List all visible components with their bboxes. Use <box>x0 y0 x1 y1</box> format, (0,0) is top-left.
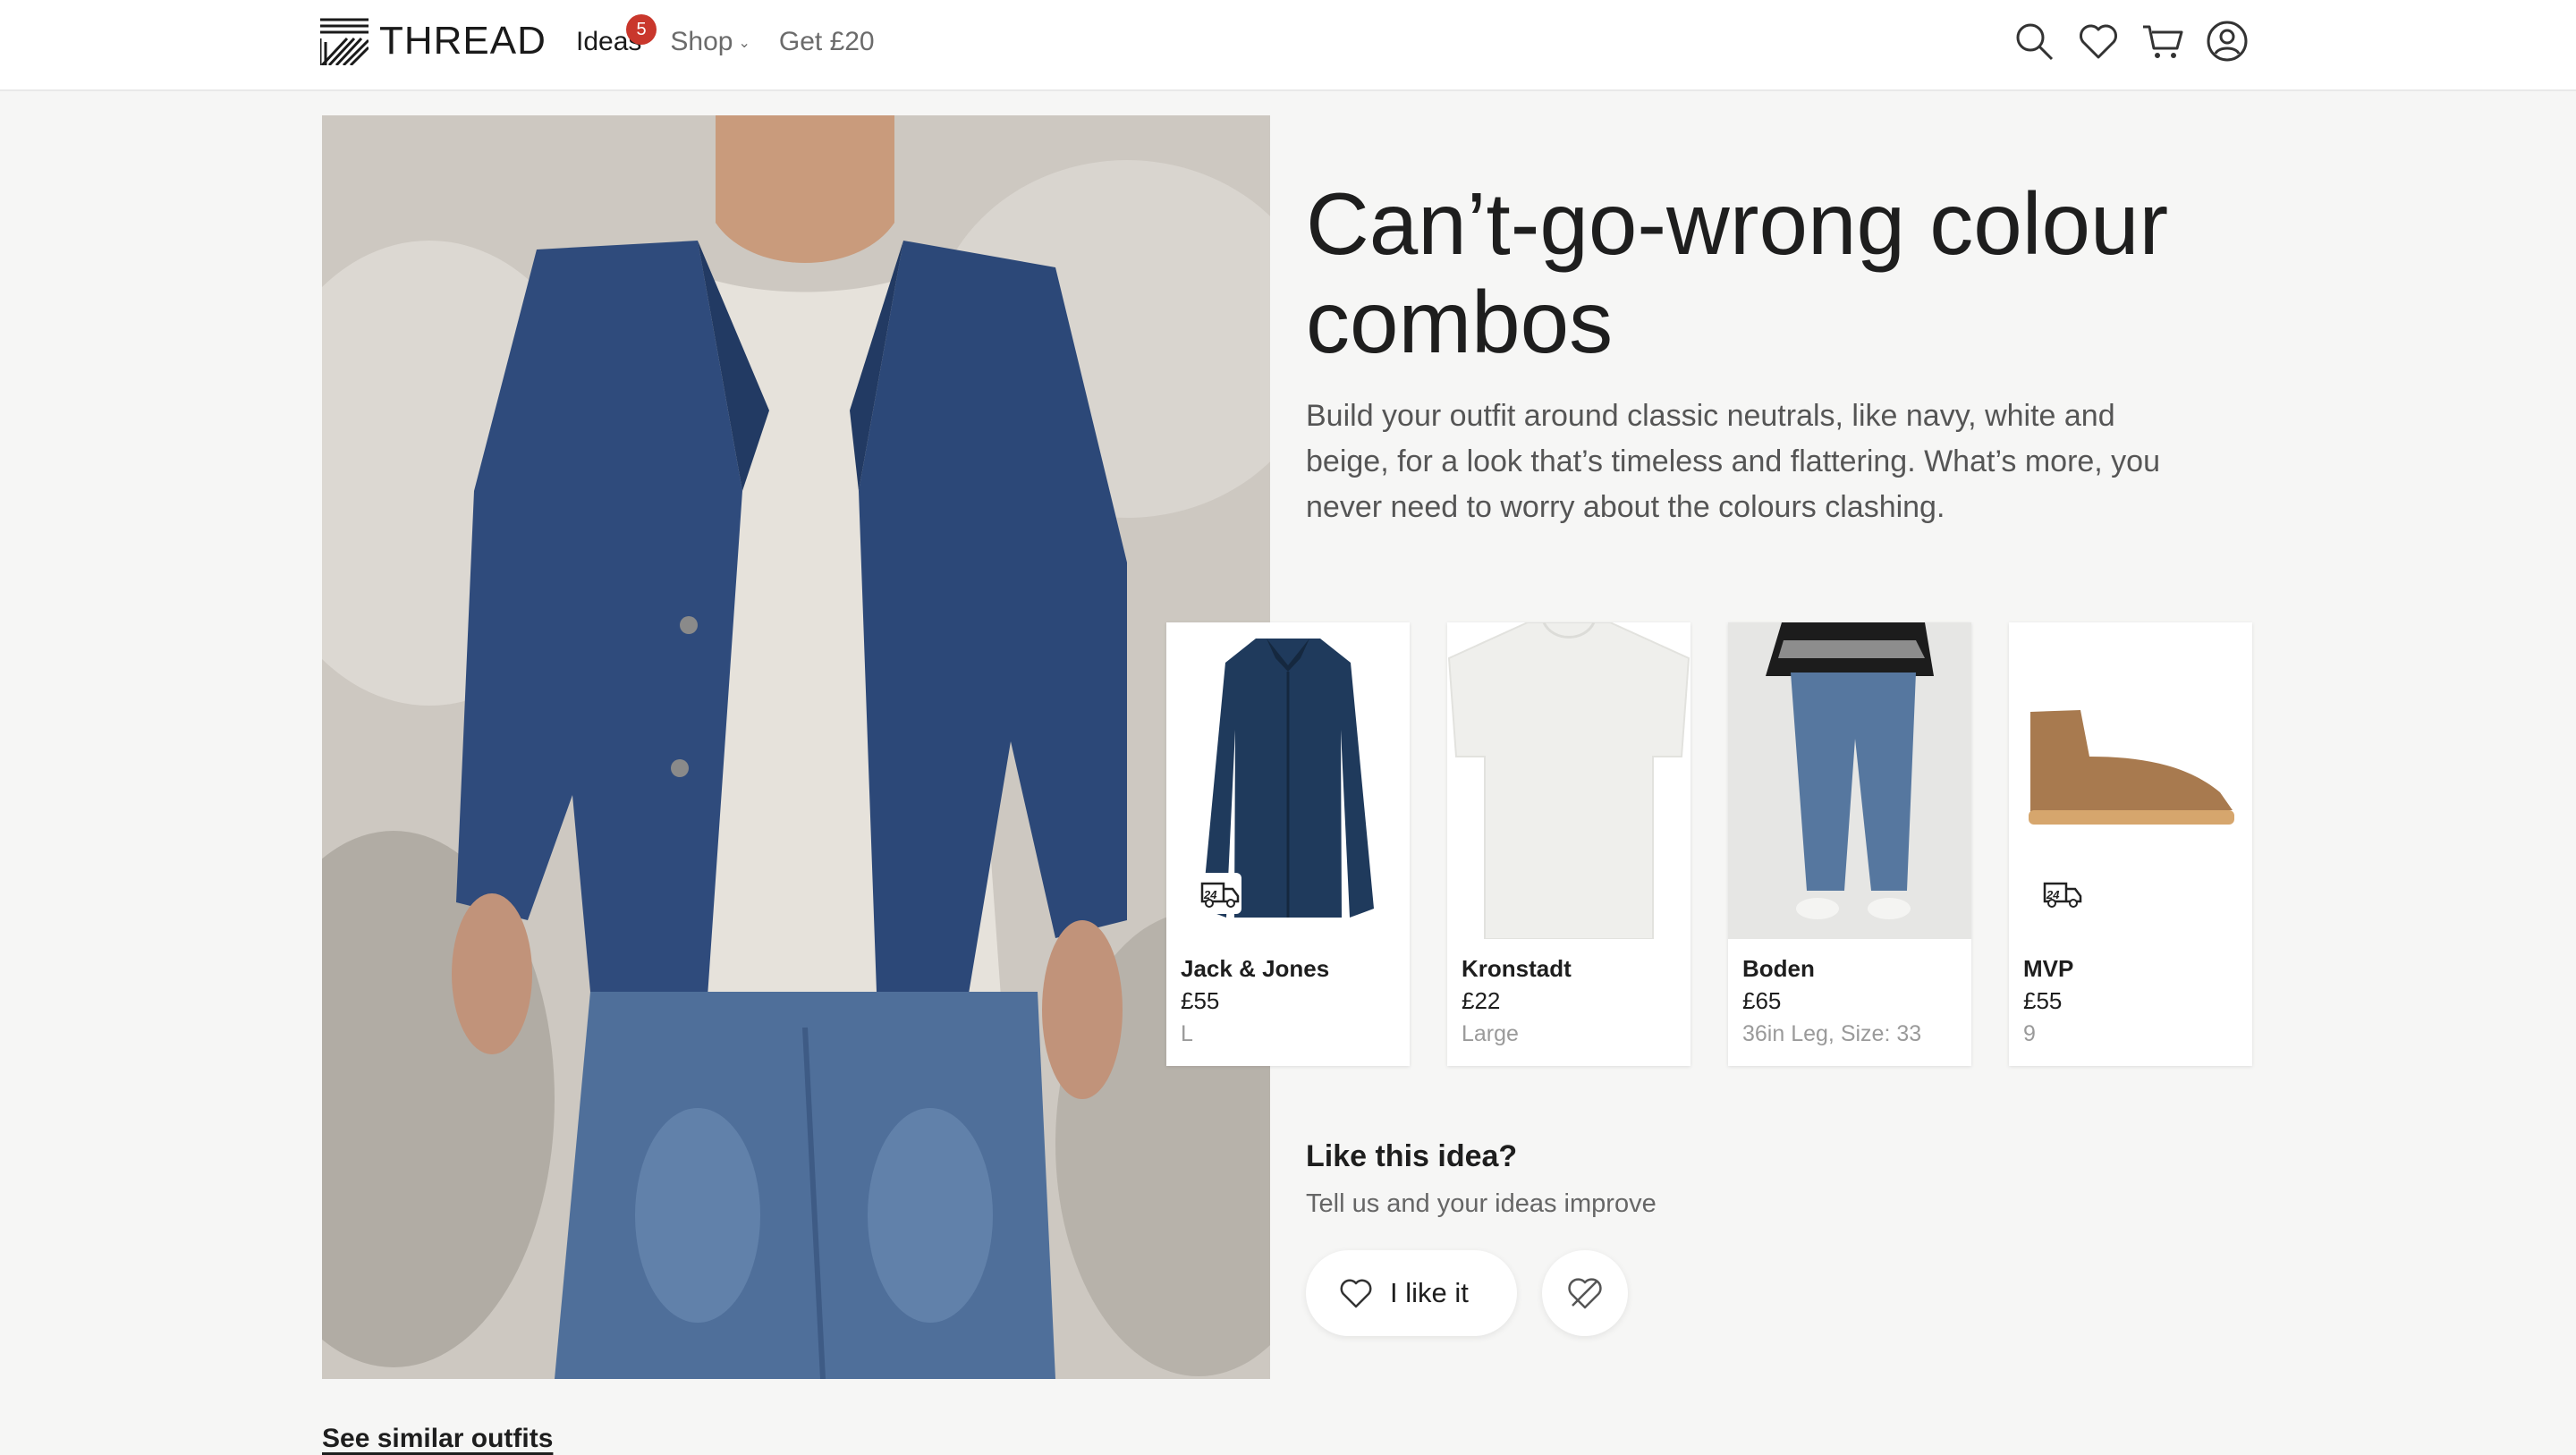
nav-ideas[interactable]: Ideas 5 <box>576 14 657 57</box>
product-size: Large <box>1462 1021 1519 1046</box>
account-icon[interactable] <box>2206 20 2249 63</box>
wishlist-heart-icon[interactable] <box>2077 20 2120 63</box>
ideas-count-badge: 5 <box>626 14 657 45</box>
next-day-delivery-badge: 24 <box>2036 873 2084 914</box>
main-nav: Ideas 5 Shop ⌄ Get £20 <box>576 14 903 57</box>
nav-get-reward-label: Get £20 <box>778 27 875 56</box>
product-size: 36in Leg, Size: 33 <box>1742 1021 1922 1046</box>
product-price: £65 <box>1742 987 1782 1014</box>
delivery-truck-icon: 24 <box>2043 882 2082 908</box>
like-button-label: I like it <box>1390 1277 1469 1308</box>
product-card-boden[interactable]: Boden £65 36in Leg, Size: 33 <box>1728 622 1971 1066</box>
product-price: £55 <box>1181 987 1220 1014</box>
feedback-title: Like this idea? <box>1306 1139 1518 1173</box>
heart-icon <box>1340 1279 1372 1308</box>
nav-shop[interactable]: Shop ⌄ <box>670 27 750 57</box>
like-button[interactable]: I like it <box>1306 1250 1517 1336</box>
thread-logo-icon <box>320 18 369 65</box>
nav-shop-label: Shop <box>670 27 733 56</box>
delivery-label: 24 <box>1203 888 1217 901</box>
top-navigation-bar: THREAD Ideas 5 Shop ⌄ Get £20 <box>0 0 2576 91</box>
product-size: 9 <box>2023 1021 2036 1046</box>
nav-get-reward[interactable]: Get £20 <box>779 27 875 57</box>
product-brand: Kronstadt <box>1462 955 1572 982</box>
product-card-kronstadt[interactable]: Kronstadt £22 Large <box>1447 622 1690 1066</box>
product-brand: Jack & Jones <box>1181 955 1330 982</box>
delivery-label: 24 <box>2046 888 2060 901</box>
logo-wordmark: THREAD <box>379 19 547 63</box>
product-price: £22 <box>1462 987 1501 1014</box>
feedback-subtitle: Tell us and your ideas improve <box>1306 1189 1657 1218</box>
page-title: Can’t-go-wrong colour combos <box>1306 174 2169 371</box>
product-list: 24 Jack & Jones £55 L Kronstadt £22 Larg… <box>1166 622 2258 1066</box>
outfit-description: Build your outfit around classic neutral… <box>1306 399 2161 524</box>
product-image <box>1447 622 1690 939</box>
chevron-down-icon: ⌄ <box>738 36 750 52</box>
thread-logo[interactable]: THREAD <box>320 16 547 66</box>
next-day-delivery-badge: 24 <box>1193 873 1241 914</box>
see-similar-outfits-link[interactable]: See similar outfits <box>322 1424 553 1454</box>
broken-heart-icon <box>1568 1278 1602 1309</box>
outfit-hero-image[interactable] <box>322 115 1270 1379</box>
product-brand: MVP <box>2023 955 2074 982</box>
product-price: £55 <box>2023 987 2063 1014</box>
dislike-button[interactable] <box>1542 1250 1628 1336</box>
product-image <box>1728 622 1971 939</box>
product-size: L <box>1181 1021 1193 1046</box>
product-brand: Boden <box>1742 955 1815 982</box>
search-icon[interactable] <box>2012 20 2055 63</box>
cart-icon[interactable] <box>2141 20 2184 63</box>
product-card-mvp[interactable]: 24 MVP £55 9 <box>2009 622 2252 1066</box>
header-actions <box>2012 20 2270 63</box>
product-card-jack-jones[interactable]: 24 Jack & Jones £55 L <box>1166 622 1410 1066</box>
delivery-truck-icon: 24 <box>1200 882 1240 908</box>
